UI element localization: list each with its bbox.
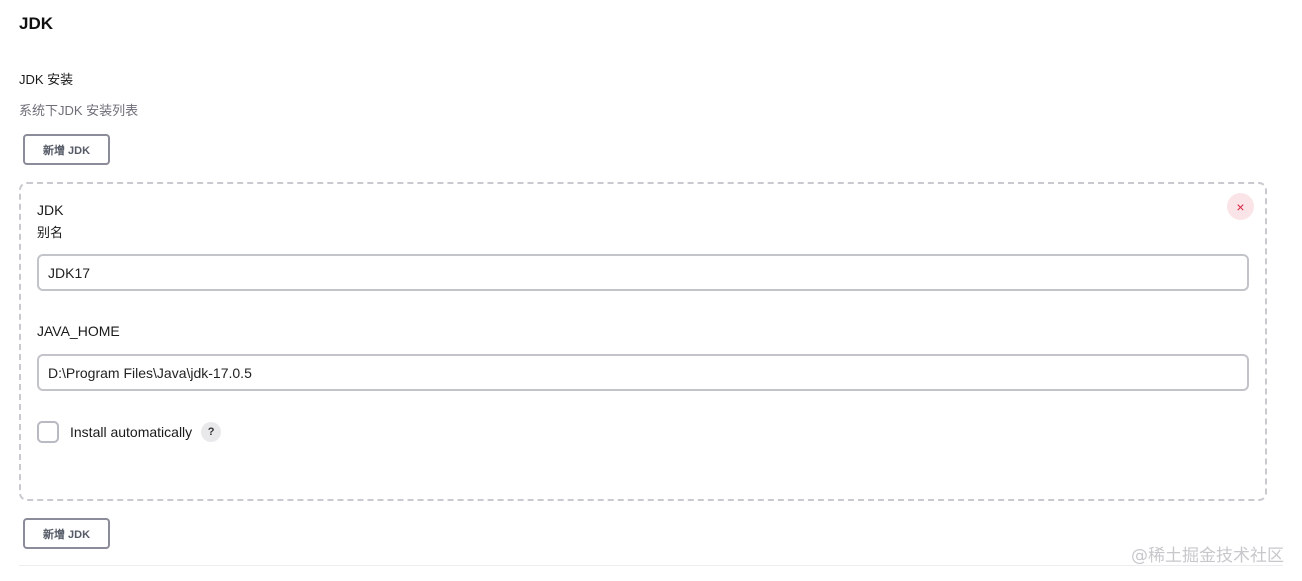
close-icon: ×: [1236, 198, 1245, 215]
install-automatically-row: Install automatically ?: [37, 421, 222, 443]
help-icon[interactable]: ?: [201, 422, 222, 442]
install-automatically-checkbox[interactable]: [37, 421, 59, 443]
add-jdk-button-bottom[interactable]: 新增 JDK: [23, 518, 110, 549]
bottom-divider: [19, 565, 1283, 566]
java-home-input[interactable]: [37, 354, 1249, 391]
watermark: @稀土掘金技术社区: [1131, 546, 1284, 566]
install-automatically-label[interactable]: Install automatically: [70, 424, 192, 440]
jdk-installations-label: JDK 安装: [19, 72, 74, 87]
jdk-installations-description: 系统下JDK 安装列表: [19, 103, 139, 118]
add-jdk-button-top[interactable]: 新增 JDK: [23, 134, 110, 165]
jdk-installation-item: × JDK 别名 JAVA_HOME Install automatically…: [19, 182, 1267, 501]
jdk-name-label: 别名: [37, 225, 64, 240]
delete-jdk-button[interactable]: ×: [1227, 193, 1254, 220]
java-home-label: JAVA_HOME: [37, 323, 120, 339]
section-title: JDK: [19, 14, 54, 33]
jdk-item-kind: JDK: [37, 202, 64, 218]
jdk-name-input[interactable]: [37, 254, 1249, 291]
